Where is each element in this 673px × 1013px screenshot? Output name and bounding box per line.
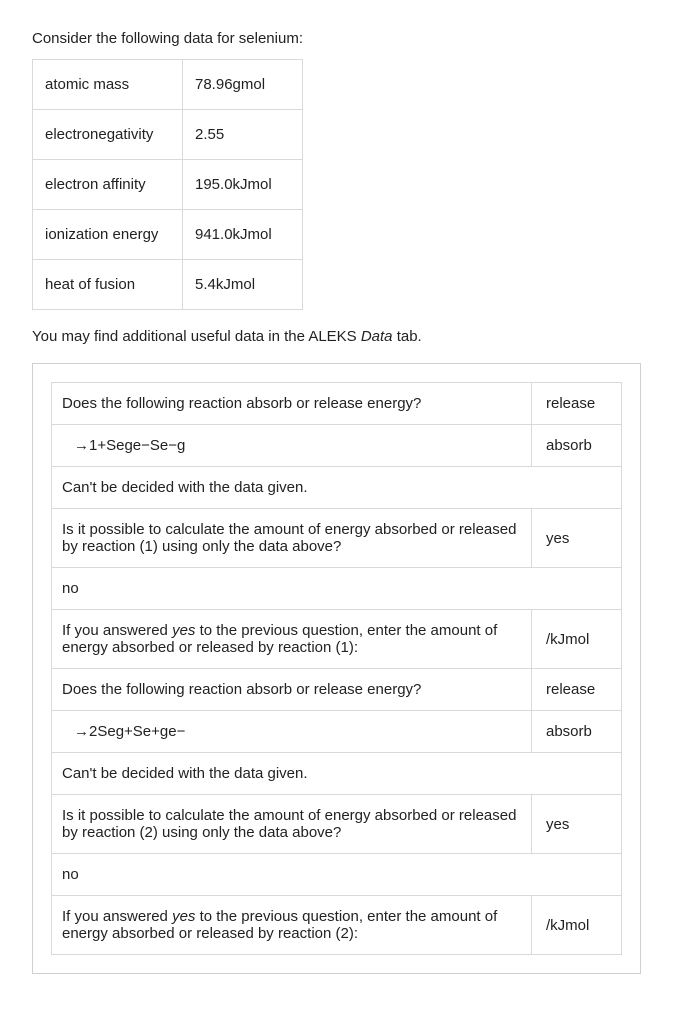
energy-input-unit[interactable]: /kJmol bbox=[532, 610, 622, 669]
enter-italic: yes bbox=[172, 622, 195, 639]
table-row: →1+Sege−Se−g absorb bbox=[52, 425, 622, 467]
answer-option-absorb[interactable]: absorb bbox=[532, 711, 622, 753]
reaction-equation: →1+Sege−Se−g bbox=[52, 425, 532, 467]
answer-option-release[interactable]: release bbox=[532, 669, 622, 711]
note-post: tab. bbox=[393, 328, 422, 345]
prop-label: heat of fusion bbox=[33, 260, 183, 310]
table-row: Is it possible to calculate the amount o… bbox=[52, 795, 622, 854]
prop-value: 78.96gmol bbox=[183, 60, 303, 110]
cant-decide-text: Can't be decided with the data given. bbox=[52, 467, 622, 509]
answer-option-no[interactable]: no bbox=[52, 568, 622, 610]
table-row: no bbox=[52, 854, 622, 896]
note-text: You may find additional useful data in t… bbox=[32, 328, 641, 345]
prop-value: 2.55 bbox=[183, 110, 303, 160]
table-row: electron affinity 195.0kJmol bbox=[33, 160, 303, 210]
intro-text: Consider the following data for selenium… bbox=[32, 30, 641, 47]
table-row: ionization energy 941.0kJmol bbox=[33, 210, 303, 260]
enter-italic: yes bbox=[172, 908, 195, 925]
cant-decide-text: Can't be decided with the data given. bbox=[52, 753, 622, 795]
table-row: →2Seg+Se+ge− absorb bbox=[52, 711, 622, 753]
prop-value: 5.4kJmol bbox=[183, 260, 303, 310]
answer-option-absorb[interactable]: absorb bbox=[532, 425, 622, 467]
question-text: Is it possible to calculate the amount o… bbox=[52, 795, 532, 854]
answer-option-yes[interactable]: yes bbox=[532, 795, 622, 854]
prop-label: electron affinity bbox=[33, 160, 183, 210]
answer-option-yes[interactable]: yes bbox=[532, 509, 622, 568]
enter-pre: If you answered bbox=[62, 908, 172, 925]
properties-table: atomic mass 78.96gmol electronegativity … bbox=[32, 59, 303, 310]
question-text: If you answered yes to the previous ques… bbox=[52, 610, 532, 669]
table-row: Can't be decided with the data given. bbox=[52, 467, 622, 509]
prop-value: 941.0kJmol bbox=[183, 210, 303, 260]
note-pre: You may find additional useful data in t… bbox=[32, 328, 361, 345]
question-table: Does the following reaction absorb or re… bbox=[51, 382, 622, 955]
answer-option-release[interactable]: release bbox=[532, 383, 622, 425]
prop-label: electronegativity bbox=[33, 110, 183, 160]
prop-label: ionization energy bbox=[33, 210, 183, 260]
table-row: no bbox=[52, 568, 622, 610]
table-row: atomic mass 78.96gmol bbox=[33, 60, 303, 110]
table-row: heat of fusion 5.4kJmol bbox=[33, 260, 303, 310]
table-row: If you answered yes to the previous ques… bbox=[52, 610, 622, 669]
question-box: Does the following reaction absorb or re… bbox=[32, 363, 641, 974]
question-text: If you answered yes to the previous ques… bbox=[52, 896, 532, 955]
table-row: Can't be decided with the data given. bbox=[52, 753, 622, 795]
question-text: Does the following reaction absorb or re… bbox=[52, 383, 532, 425]
energy-input-unit[interactable]: /kJmol bbox=[532, 896, 622, 955]
table-row: Does the following reaction absorb or re… bbox=[52, 383, 622, 425]
table-row: electronegativity 2.55 bbox=[33, 110, 303, 160]
prop-value: 195.0kJmol bbox=[183, 160, 303, 210]
question-text: Is it possible to calculate the amount o… bbox=[52, 509, 532, 568]
question-text: Does the following reaction absorb or re… bbox=[52, 669, 532, 711]
table-row: If you answered yes to the previous ques… bbox=[52, 896, 622, 955]
answer-option-no[interactable]: no bbox=[52, 854, 622, 896]
prop-label: atomic mass bbox=[33, 60, 183, 110]
table-row: Is it possible to calculate the amount o… bbox=[52, 509, 622, 568]
reaction-equation: →2Seg+Se+ge− bbox=[52, 711, 532, 753]
table-row: Does the following reaction absorb or re… bbox=[52, 669, 622, 711]
note-italic: Data bbox=[361, 328, 393, 345]
enter-pre: If you answered bbox=[62, 622, 172, 639]
